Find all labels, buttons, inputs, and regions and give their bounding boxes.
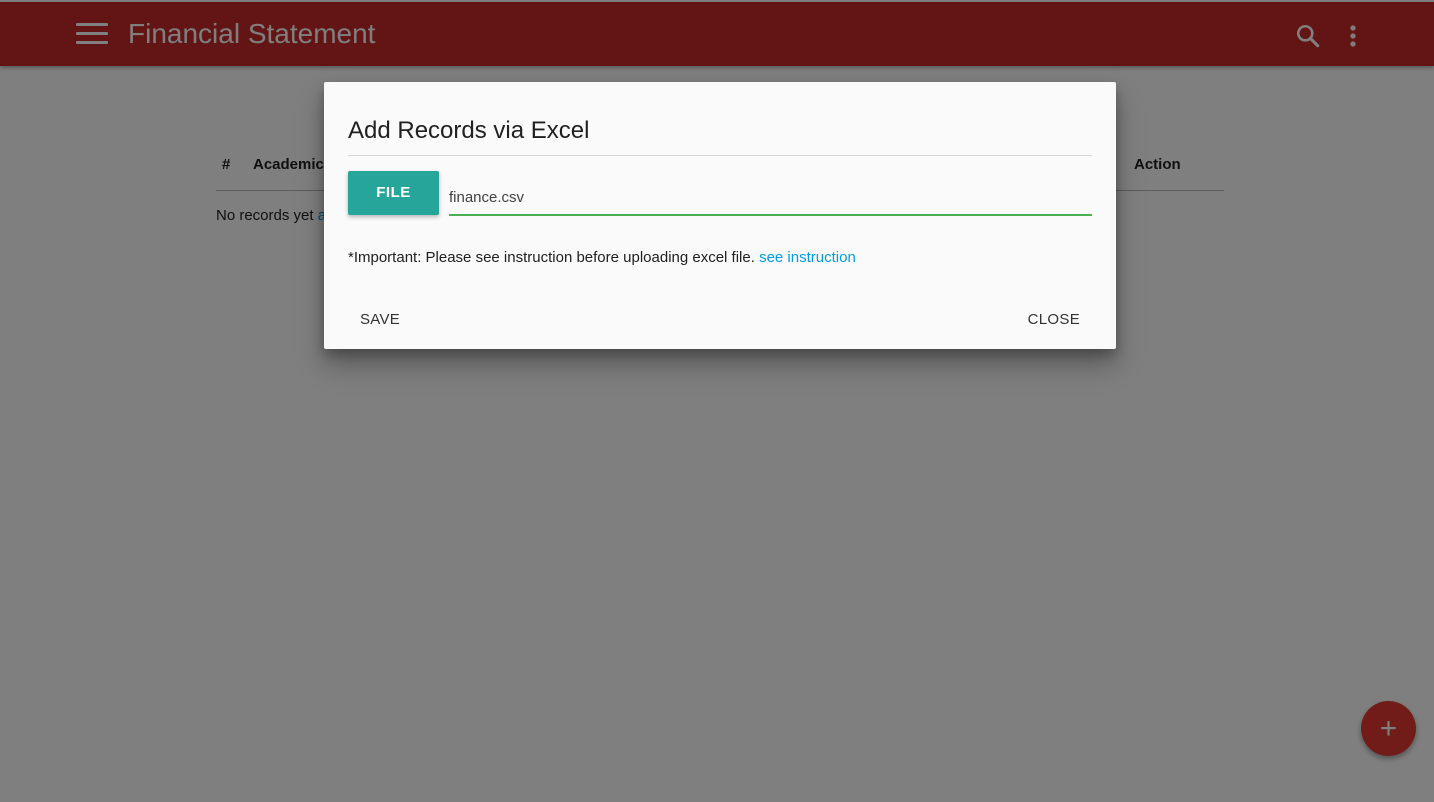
dialog-title: Add Records via Excel xyxy=(348,117,590,144)
file-path-input[interactable] xyxy=(449,180,1092,216)
instruction-notice: *Important: Please see instruction befor… xyxy=(348,249,856,266)
see-instruction-link[interactable]: see instruction xyxy=(759,249,856,266)
save-button[interactable]: SAVE xyxy=(360,311,400,328)
close-button[interactable]: CLOSE xyxy=(1028,311,1080,328)
add-records-dialog: Add Records via Excel FILE *Important: P… xyxy=(324,82,1116,349)
dialog-divider xyxy=(348,155,1092,156)
notice-text: *Important: Please see instruction befor… xyxy=(348,249,760,266)
file-upload-button[interactable]: FILE xyxy=(348,171,439,215)
